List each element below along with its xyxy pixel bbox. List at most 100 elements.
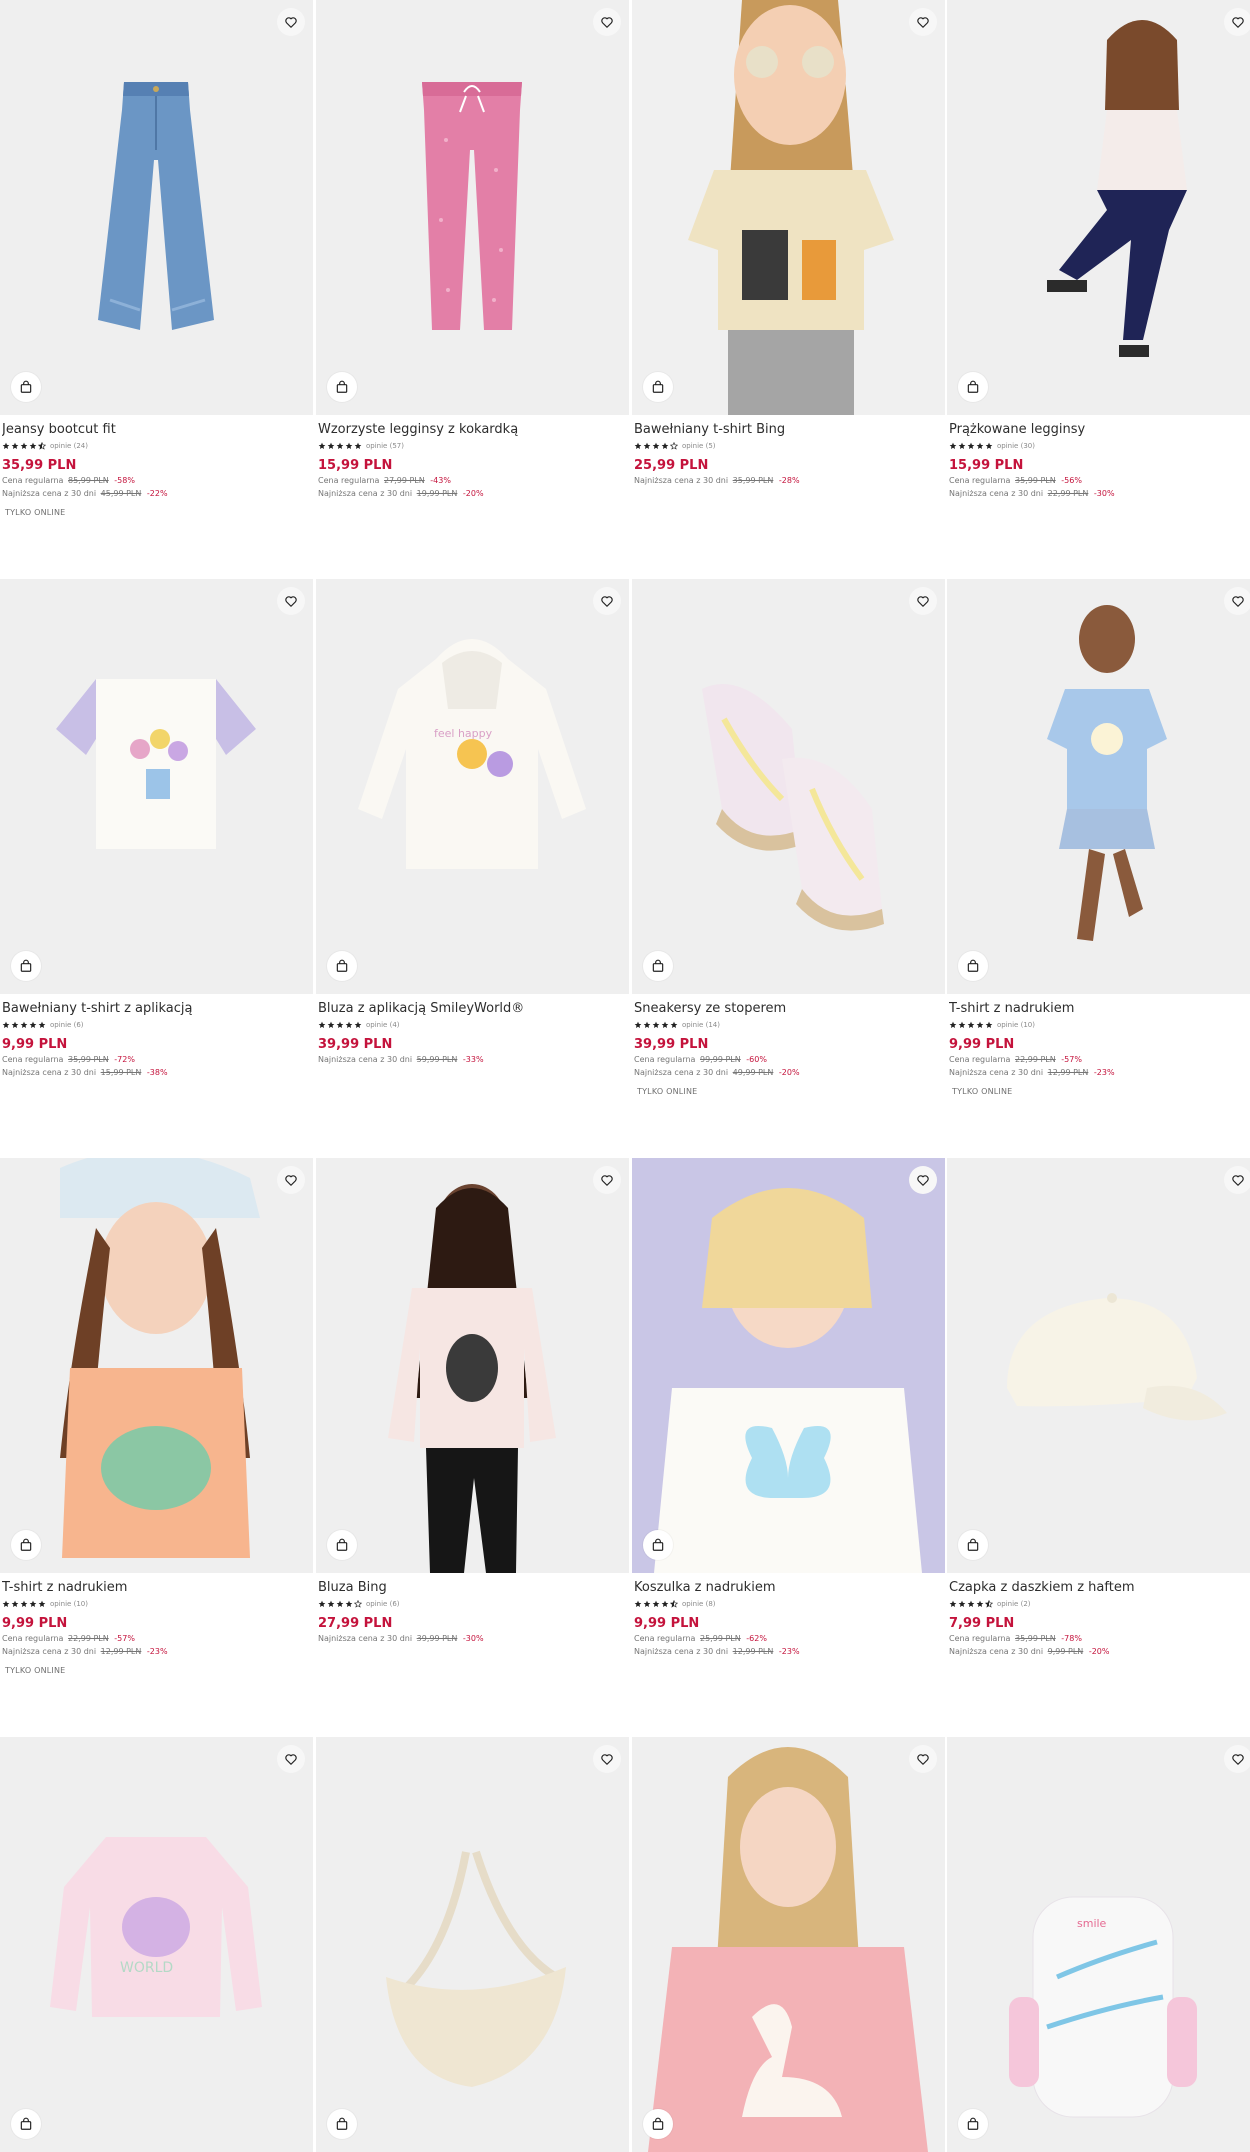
product-card[interactable]: T-shirt z nadrukiem opinie (10) 9,99 PLN… bbox=[0, 1158, 313, 1675]
product-image[interactable] bbox=[632, 1737, 945, 2152]
add-to-wishlist-button[interactable] bbox=[1224, 8, 1250, 36]
add-to-cart-button[interactable] bbox=[11, 1530, 41, 1560]
product-name[interactable]: Bluza Bing bbox=[318, 1579, 627, 1596]
review-count[interactable]: opinie (4) bbox=[366, 1020, 400, 1030]
review-count[interactable]: opinie (30) bbox=[997, 441, 1035, 451]
product-card[interactable]: Bluza Bing opinie (6) 27,99 PLN Najniższ… bbox=[316, 1158, 629, 1645]
product-image[interactable] bbox=[0, 1158, 313, 1573]
product-image[interactable] bbox=[316, 0, 629, 415]
add-to-wishlist-button[interactable] bbox=[909, 1166, 937, 1194]
add-to-wishlist-button[interactable] bbox=[277, 8, 305, 36]
product-image[interactable] bbox=[316, 1737, 629, 2152]
product-price: 39,99 PLN bbox=[318, 1037, 393, 1052]
review-count[interactable]: opinie (8) bbox=[682, 1599, 716, 1609]
product-name[interactable]: Bawełniany t-shirt Bing bbox=[634, 421, 943, 438]
add-to-wishlist-button[interactable] bbox=[909, 8, 937, 36]
add-to-wishlist-button[interactable] bbox=[277, 587, 305, 615]
add-to-cart-button[interactable] bbox=[643, 951, 673, 981]
product-card[interactable]: T-shirt z nadrukiem opinie (10) 9,99 PLN… bbox=[947, 579, 1250, 1096]
product-card[interactable]: Sneakersy ze stoperem opinie (14) 39,99 … bbox=[632, 579, 945, 1096]
review-count[interactable]: opinie (57) bbox=[366, 441, 404, 451]
add-to-wishlist-button[interactable] bbox=[1224, 587, 1250, 615]
product-card[interactable] bbox=[316, 1737, 629, 2152]
add-to-cart-button[interactable] bbox=[11, 2109, 41, 2139]
add-to-cart-button[interactable] bbox=[958, 2109, 988, 2139]
add-to-wishlist-button[interactable] bbox=[1224, 1745, 1250, 1773]
product-card[interactable]: Jeansy bootcut fit opinie (24) 35,99 PLN… bbox=[0, 0, 313, 517]
add-to-wishlist-button[interactable] bbox=[1224, 1166, 1250, 1194]
product-name[interactable]: Koszulka z nadrukiem bbox=[634, 1579, 943, 1596]
product-card[interactable]: Wzorzyste legginsy z kokardką opinie (57… bbox=[316, 0, 629, 500]
shopping-bag-icon bbox=[651, 959, 665, 973]
product-image[interactable] bbox=[0, 0, 313, 415]
review-count[interactable]: opinie (14) bbox=[682, 1020, 720, 1030]
add-to-wishlist-button[interactable] bbox=[909, 1745, 937, 1773]
product-image[interactable]: feel happy bbox=[316, 579, 629, 994]
product-card[interactable]: Bawełniany t-shirt Bing opinie (5) 25,99… bbox=[632, 0, 945, 487]
add-to-cart-button[interactable] bbox=[11, 372, 41, 402]
svg-text:smile: smile bbox=[1077, 1917, 1107, 1930]
add-to-cart-button[interactable] bbox=[643, 2109, 673, 2139]
product-name[interactable]: Czapka z daszkiem z haftem bbox=[949, 1579, 1250, 1596]
product-card[interactable]: Bawełniany t-shirt z aplikacją opinie (6… bbox=[0, 579, 313, 1079]
rating-stars bbox=[634, 1021, 678, 1029]
add-to-wishlist-button[interactable] bbox=[593, 587, 621, 615]
product-name[interactable]: Wzorzyste legginsy z kokardką bbox=[318, 421, 627, 438]
rating-stars bbox=[949, 442, 993, 450]
product-image[interactable] bbox=[947, 579, 1250, 994]
add-to-wishlist-button[interactable] bbox=[593, 1745, 621, 1773]
product-name[interactable]: Prążkowane legginsy bbox=[949, 421, 1250, 438]
lowest-price-line: Najniższa cena z 30 dni 39,99 PLN -30% bbox=[318, 1632, 627, 1645]
product-image[interactable] bbox=[632, 1158, 945, 1573]
add-to-cart-button[interactable] bbox=[643, 1530, 673, 1560]
product-card[interactable] bbox=[632, 1737, 945, 2152]
add-to-cart-button[interactable] bbox=[327, 1530, 357, 1560]
star-icon bbox=[634, 1021, 642, 1029]
review-count[interactable]: opinie (10) bbox=[997, 1020, 1035, 1030]
product-card[interactable]: Czapka z daszkiem z haftem opinie (2) 7,… bbox=[947, 1158, 1250, 1658]
add-to-cart-button[interactable] bbox=[327, 2109, 357, 2139]
add-to-cart-button[interactable] bbox=[643, 372, 673, 402]
add-to-wishlist-button[interactable] bbox=[593, 8, 621, 36]
review-count[interactable]: opinie (5) bbox=[682, 441, 716, 451]
product-image[interactable] bbox=[632, 579, 945, 994]
product-info: Jeansy bootcut fit opinie (24) 35,99 PLN… bbox=[0, 415, 313, 517]
heart-icon bbox=[1231, 594, 1245, 608]
product-name[interactable]: Bluza z aplikacją SmileyWorld® bbox=[318, 1000, 627, 1017]
review-count[interactable]: opinie (6) bbox=[50, 1020, 84, 1030]
add-to-wishlist-button[interactable] bbox=[593, 1166, 621, 1194]
product-image[interactable] bbox=[947, 1158, 1250, 1573]
review-count[interactable]: opinie (6) bbox=[366, 1599, 400, 1609]
product-name[interactable]: T-shirt z nadrukiem bbox=[949, 1000, 1250, 1017]
add-to-cart-button[interactable] bbox=[958, 372, 988, 402]
add-to-cart-button[interactable] bbox=[327, 372, 357, 402]
star-icon bbox=[670, 1600, 678, 1608]
product-name[interactable]: Jeansy bootcut fit bbox=[2, 421, 311, 438]
add-to-cart-button[interactable] bbox=[958, 1530, 988, 1560]
product-card[interactable]: Prążkowane legginsy opinie (30) 15,99 PL… bbox=[947, 0, 1250, 500]
product-name[interactable]: Bawełniany t-shirt z aplikacją bbox=[2, 1000, 311, 1017]
product-name[interactable]: Sneakersy ze stoperem bbox=[634, 1000, 943, 1017]
product-name[interactable]: T-shirt z nadrukiem bbox=[2, 1579, 311, 1596]
product-card[interactable]: smile bbox=[947, 1737, 1250, 2152]
review-count[interactable]: opinie (2) bbox=[997, 1599, 1031, 1609]
add-to-cart-button[interactable] bbox=[11, 951, 41, 981]
product-card[interactable]: WORLD bbox=[0, 1737, 313, 2152]
add-to-wishlist-button[interactable] bbox=[277, 1745, 305, 1773]
product-card[interactable]: Koszulka z nadrukiem opinie (8) 9,99 PLN… bbox=[632, 1158, 945, 1658]
product-image[interactable] bbox=[947, 0, 1250, 415]
add-to-cart-button[interactable] bbox=[327, 951, 357, 981]
review-count[interactable]: opinie (10) bbox=[50, 1599, 88, 1609]
product-image[interactable]: WORLD bbox=[0, 1737, 313, 2152]
shopping-bag-icon bbox=[651, 1538, 665, 1552]
add-to-cart-button[interactable] bbox=[958, 951, 988, 981]
product-image[interactable] bbox=[632, 0, 945, 415]
add-to-wishlist-button[interactable] bbox=[277, 1166, 305, 1194]
product-image[interactable] bbox=[316, 1158, 629, 1573]
review-count[interactable]: opinie (24) bbox=[50, 441, 88, 451]
product-card[interactable]: feel happy Bluza z aplikacją SmileyWorld… bbox=[316, 579, 629, 1066]
product-image[interactable] bbox=[0, 579, 313, 994]
add-to-wishlist-button[interactable] bbox=[909, 587, 937, 615]
lowest-price-line: Najniższa cena z 30 dni 49,99 PLN -20% bbox=[634, 1066, 943, 1079]
product-image[interactable]: smile bbox=[947, 1737, 1250, 2152]
